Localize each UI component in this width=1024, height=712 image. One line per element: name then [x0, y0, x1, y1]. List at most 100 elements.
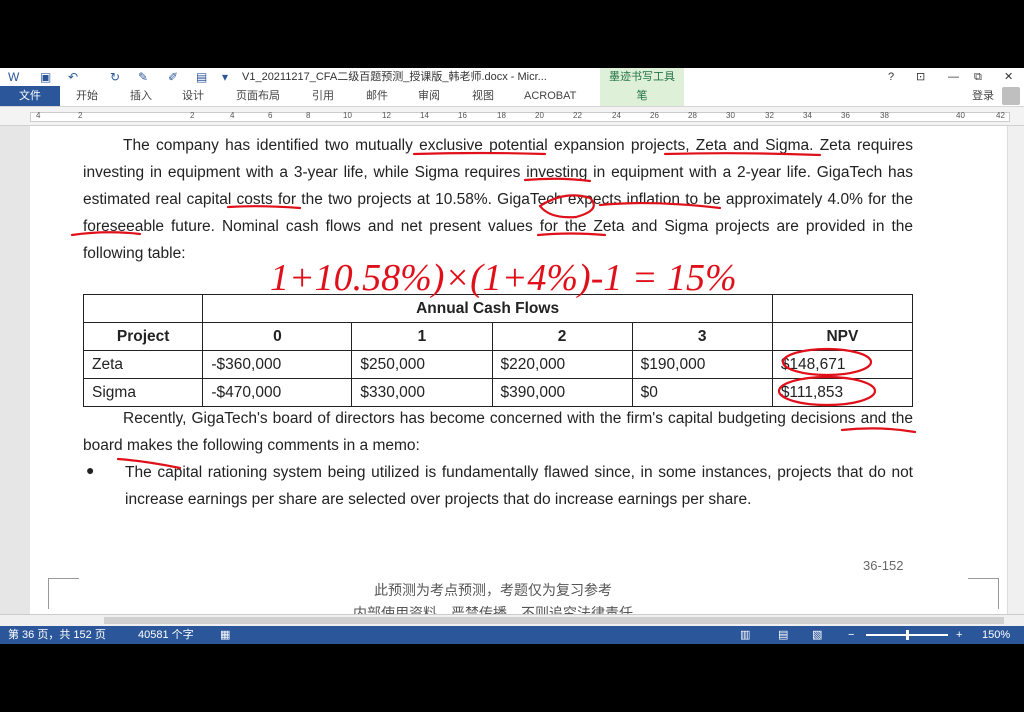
table-cell-empty	[771, 294, 914, 323]
table-cell: -$360,000	[202, 350, 353, 379]
help-icon[interactable]: ?	[888, 69, 894, 85]
avatar[interactable]	[1002, 87, 1020, 105]
ribbon-options-icon[interactable]: ⊡	[916, 69, 925, 85]
eraser-icon[interactable]: ✐	[168, 69, 178, 85]
ruler-tick: 18	[497, 111, 506, 120]
ribbon-tabs: 文件 开始 插入 设计 页面布局 引用 邮件 审阅 视图 ACROBAT 笔 登…	[0, 86, 1024, 107]
web-layout-icon[interactable]: ▧	[812, 626, 822, 644]
vertical-scrollbar[interactable]	[1007, 126, 1024, 614]
table-cell: $148,671	[771, 350, 914, 379]
ruler-tick: 10	[343, 111, 352, 120]
text-line: Recently, GigaTech's board of directors …	[123, 410, 713, 427]
ruler-tick: 32	[765, 111, 774, 120]
proofing-icon[interactable]: ▦	[220, 626, 230, 644]
footer-note: 此预测为考点预测，考题仅为复习参考	[374, 582, 612, 598]
ruler-tick: 2	[78, 111, 83, 120]
table-cell: Sigma	[82, 378, 204, 407]
table-cell: $250,000	[351, 350, 493, 379]
document-workspace: The company has identified two mutually …	[0, 126, 1024, 614]
ruler-tick: 8	[306, 111, 311, 120]
tab-home[interactable]: 开始	[76, 86, 98, 106]
customize-icon[interactable]: ▾	[222, 69, 228, 85]
table-cell: $390,000	[491, 378, 633, 407]
tab-file[interactable]: 文件	[0, 86, 60, 106]
table-header: 0	[202, 322, 353, 351]
ruler-tick: 26	[650, 111, 659, 120]
table-cell: $190,000	[631, 350, 773, 379]
table-header: 1	[351, 322, 493, 351]
ruler-tick: 28	[688, 111, 697, 120]
word-count[interactable]: 40581 个字	[138, 626, 194, 644]
text-line: table:	[147, 245, 186, 262]
ruler-tick: 38	[880, 111, 889, 120]
zoom-slider-handle[interactable]	[906, 630, 909, 640]
tab-mailings[interactable]: 邮件	[366, 86, 388, 106]
minimize-icon[interactable]: —	[948, 69, 959, 85]
login-link[interactable]: 登录	[972, 86, 994, 106]
text-line: The capital rationing system being utili…	[125, 464, 772, 481]
pen-icon[interactable]: ✎	[138, 69, 148, 85]
bullet-paragraph[interactable]: The capital rationing system being utili…	[125, 459, 913, 513]
zoom-out-icon[interactable]: −	[848, 626, 854, 644]
cash-flow-table: Annual Cash Flows Project 0 1 2 3 NPV Ze…	[82, 294, 914, 407]
ruler-tick: 4	[230, 111, 235, 120]
zoom-level[interactable]: 150%	[982, 626, 1010, 644]
ruler-tick: 24	[612, 111, 621, 120]
bullet-icon: ●	[86, 462, 95, 478]
table-header: Project	[82, 322, 204, 351]
ruler-tick: 20	[535, 111, 544, 120]
page-indicator[interactable]: 第 36 页，共 152 页	[8, 626, 106, 644]
ruler-tick: 16	[458, 111, 467, 120]
tab-insert[interactable]: 插入	[130, 86, 152, 106]
paragraph-intro[interactable]: The company has identified two mutually …	[83, 132, 913, 267]
tab-view[interactable]: 视图	[472, 86, 494, 106]
table-cell-empty	[82, 294, 204, 323]
read-mode-icon[interactable]: ▥	[740, 626, 750, 644]
contextual-tab-ink-tools[interactable]: 墨迹书写工具	[600, 68, 684, 86]
save-icon[interactable]: ▣	[40, 69, 51, 85]
tab-review[interactable]: 审阅	[418, 86, 440, 106]
ruler-tick: 42	[996, 111, 1005, 120]
text-line: The company has identified two mutually …	[123, 137, 759, 154]
print-layout-icon[interactable]: ▤	[778, 626, 788, 644]
redo-icon[interactable]: ↻	[110, 69, 120, 85]
ruler-tick: 2	[190, 111, 195, 120]
ruler-tick: 6	[268, 111, 273, 120]
word-logo-icon: W	[8, 70, 20, 84]
table-row: Sigma -$470,000 $330,000 $390,000 $0 $11…	[82, 378, 914, 407]
tab-acrobat[interactable]: ACROBAT	[524, 86, 576, 106]
title-bar: W ▣ ↶ ↻ ✎ ✐ ▤ ▾ V1_20211217_CFA二级百题预测_授课…	[0, 68, 1024, 87]
footer-note: 内部使用资料，严禁传播，不则追究法律责任	[353, 605, 633, 614]
ruler-tick: 40	[956, 111, 965, 120]
paragraph-board[interactable]: Recently, GigaTech's board of directors …	[83, 405, 913, 459]
ruler-tick: 36	[841, 111, 850, 120]
maximize-icon[interactable]: ⧉	[974, 69, 982, 85]
table-header: NPV	[771, 322, 914, 351]
tab-pen[interactable]: 笔	[600, 86, 684, 106]
document-page[interactable]: The company has identified two mutually …	[30, 126, 1008, 614]
table-header: 3	[631, 322, 773, 351]
layout-icon[interactable]: ▤	[196, 69, 207, 85]
ruler-tick: 34	[803, 111, 812, 120]
horizontal-ruler[interactable]: 4 2 2 4 6 8 10 12 14 16 18 20 22 24 26 2…	[0, 107, 1024, 126]
ruler-track	[30, 112, 1010, 122]
table-cell: -$470,000	[202, 378, 353, 407]
tab-page-layout[interactable]: 页面布局	[236, 86, 280, 106]
table-group-header: Annual Cash Flows	[202, 294, 773, 323]
status-bar: 第 36 页，共 152 页 40581 个字 ▦ ▥ ▤ ▧ − + 150%	[0, 626, 1024, 644]
table-cell: $0	[631, 378, 773, 407]
ruler-tick: 14	[420, 111, 429, 120]
tab-design[interactable]: 设计	[182, 86, 204, 106]
scroll-thumb[interactable]	[104, 617, 1004, 624]
page-corner-mark	[48, 578, 79, 609]
table-header: 2	[491, 322, 633, 351]
tab-references[interactable]: 引用	[312, 86, 334, 106]
table-cell: $220,000	[491, 350, 633, 379]
page-number: 36-152	[863, 558, 904, 573]
table-cell: $330,000	[351, 378, 493, 407]
table-row: Zeta -$360,000 $250,000 $220,000 $190,00…	[82, 350, 914, 379]
close-icon[interactable]: ✕	[1004, 69, 1013, 85]
zoom-in-icon[interactable]: +	[956, 626, 962, 644]
ruler-tick: 22	[573, 111, 582, 120]
undo-icon[interactable]: ↶	[68, 69, 78, 85]
